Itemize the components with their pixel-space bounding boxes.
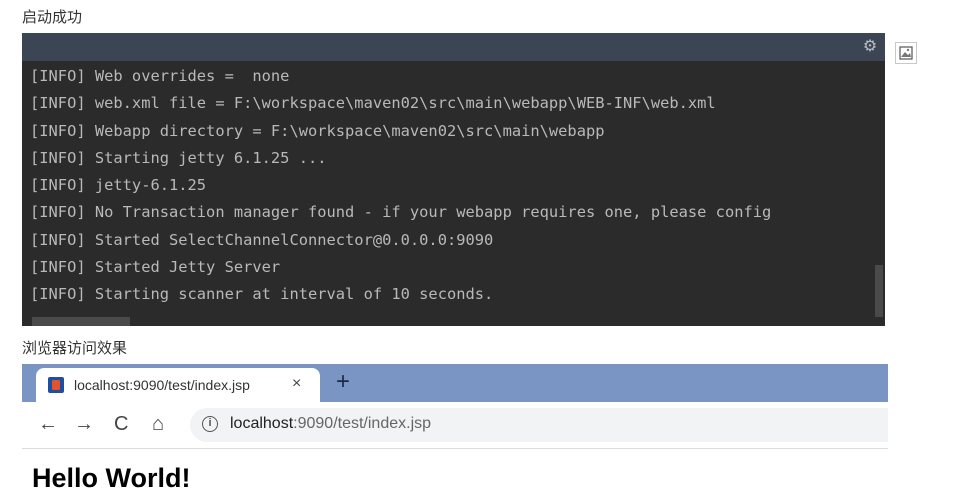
favicon-icon <box>48 377 64 393</box>
horizontal-scrollbar-thumb[interactable] <box>32 317 130 326</box>
home-button[interactable]: ⌂ <box>152 412 164 436</box>
tab-close-button[interactable]: × <box>292 375 301 393</box>
console-line: [INFO] Started SelectChannelConnector@0.… <box>30 230 494 249</box>
url-host: localhost <box>230 415 294 432</box>
reload-button[interactable]: C <box>114 412 128 436</box>
console-line: [INFO] Starting jetty 6.1.25 ... <box>30 148 327 167</box>
console-panel: ⚙ [INFO] Web overrides = none [INFO] web… <box>22 33 885 326</box>
picture-icon <box>899 46 913 60</box>
tab-localhost[interactable]: localhost:9090/test/index.jsp × <box>36 368 320 402</box>
browser-toolbar: ← → C ⌂ i localhost:9090/test/index.jsp <box>22 402 888 449</box>
image-placeholder-icon[interactable] <box>895 42 917 64</box>
caption-startup-success: 启动成功 <box>22 8 83 26</box>
vertical-scrollbar-thumb[interactable] <box>875 265 883 317</box>
console-output: [INFO] Web overrides = none [INFO] web.x… <box>22 61 885 309</box>
info-icon[interactable]: i <box>202 416 218 432</box>
new-tab-button[interactable]: + <box>336 368 350 396</box>
tab-strip: localhost:9090/test/index.jsp × + <box>22 364 888 402</box>
console-line: [INFO] Web overrides = none <box>30 67 290 85</box>
page-content: Hello World! <box>22 449 888 494</box>
console-line: [INFO] Started Jetty Server <box>30 258 281 277</box>
address-bar[interactable]: i localhost:9090/test/index.jsp <box>190 408 888 442</box>
forward-button[interactable]: → <box>74 412 94 436</box>
console-line: [INFO] Starting scanner at interval of 1… <box>30 285 494 304</box>
tab-title: localhost:9090/test/index.jsp <box>74 377 250 393</box>
console-line: [INFO] jetty-6.1.25 <box>30 176 207 195</box>
console-line: [INFO] Webapp directory = F:\workspace\m… <box>30 121 605 140</box>
url-path: :9090/test/index.jsp <box>293 415 432 432</box>
gear-icon[interactable]: ⚙ <box>861 38 879 56</box>
console-line: [INFO] No Transaction manager found - if… <box>30 203 772 222</box>
page-heading: Hello World! <box>32 463 191 493</box>
caption-browser-effect: 浏览器访问效果 <box>22 339 128 357</box>
browser-window: localhost:9090/test/index.jsp × + ← → C … <box>22 364 888 503</box>
console-line: [INFO] web.xml file = F:\workspace\maven… <box>30 94 716 113</box>
address-url[interactable]: localhost:9090/test/index.jsp <box>230 415 431 433</box>
back-button[interactable]: ← <box>38 412 58 436</box>
console-toolbar: ⚙ <box>22 33 885 61</box>
